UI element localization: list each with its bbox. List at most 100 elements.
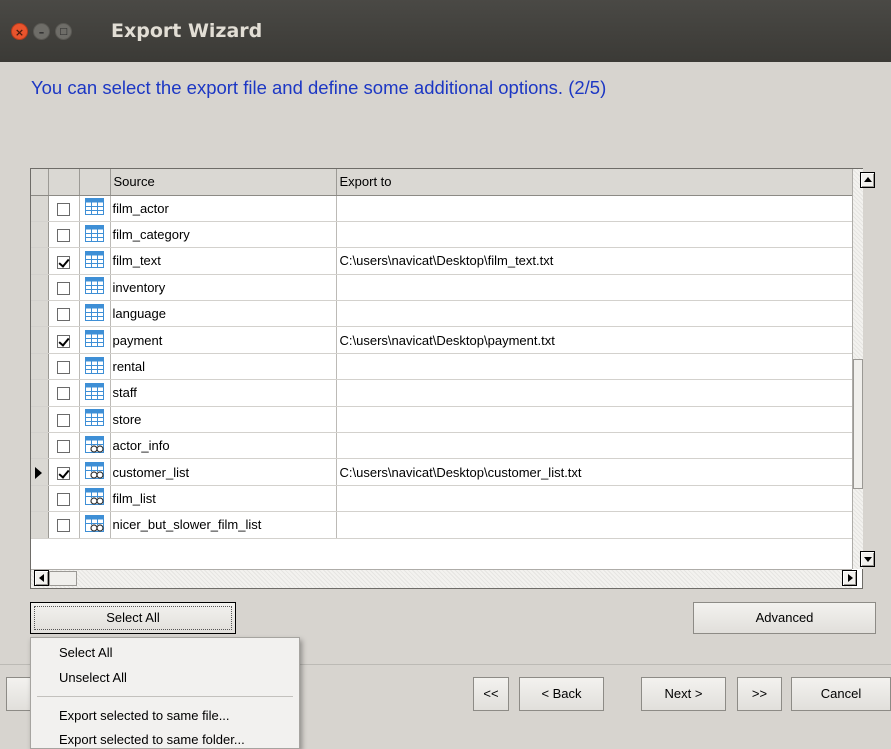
table-row[interactable]: film_actor (31, 195, 853, 222)
table-row[interactable]: inventory (31, 274, 853, 302)
row-checkbox[interactable] (57, 334, 70, 348)
source-cell[interactable]: film_category (110, 221, 337, 249)
header-source[interactable]: Source (110, 169, 337, 196)
table-row[interactable]: film_category (31, 221, 853, 249)
select-all-button[interactable]: Select All (30, 602, 236, 634)
menu-item-export-same-folder[interactable]: Export selected to same folder... (59, 732, 245, 747)
menu-item-unselect-all[interactable]: Unselect All (59, 670, 127, 685)
table-icon (85, 409, 104, 429)
row-checkbox-cell[interactable] (48, 458, 80, 486)
export-to-cell[interactable] (336, 221, 853, 249)
row-checkbox-cell[interactable] (48, 432, 80, 460)
source-cell[interactable]: inventory (110, 274, 337, 302)
source-cell[interactable]: nicer_but_slower_film_list (110, 511, 337, 539)
table-row[interactable]: actor_info (31, 432, 853, 460)
row-checkbox-cell[interactable] (48, 195, 80, 222)
source-cell[interactable]: customer_list (110, 458, 337, 486)
cancel-button[interactable]: Cancel (791, 677, 891, 711)
back-button[interactable]: < Back (519, 677, 604, 711)
row-checkbox[interactable] (57, 466, 70, 480)
menu-item-export-same-file[interactable]: Export selected to same file... (59, 708, 230, 723)
source-cell[interactable]: rental (110, 353, 337, 381)
row-indicator (31, 195, 49, 222)
next-button[interactable]: Next > (641, 677, 726, 711)
export-to-cell[interactable]: C:\users\navicat\Desktop\customer_list.t… (336, 458, 853, 486)
row-checkbox[interactable] (57, 493, 70, 507)
export-to-cell[interactable] (336, 511, 853, 539)
close-icon[interactable]: × (11, 23, 28, 40)
row-checkbox[interactable] (57, 440, 70, 454)
export-to-cell[interactable] (336, 432, 853, 460)
row-checkbox[interactable] (57, 308, 70, 322)
last-step-button[interactable]: >> (737, 677, 782, 711)
table-row[interactable]: payment C:\users\navicat\Desktop\payment.… (31, 326, 853, 354)
row-indicator (31, 300, 49, 328)
source-cell[interactable]: payment (110, 326, 337, 354)
export-to-cell[interactable] (336, 300, 853, 328)
row-checkbox-cell[interactable] (48, 379, 80, 407)
horizontal-scrollbar[interactable] (31, 569, 852, 588)
row-checkbox-cell[interactable] (48, 511, 80, 539)
vertical-scroll-thumb[interactable] (853, 359, 863, 489)
row-icon-cell (79, 458, 111, 486)
export-to-cell[interactable]: C:\users\navicat\Desktop\film_text.txt (336, 247, 853, 275)
instruction-text: You can select the export file and defin… (31, 77, 607, 98)
export-to-cell[interactable]: C:\users\navicat\Desktop\payment.txt (336, 326, 853, 354)
row-checkbox-cell[interactable] (48, 353, 80, 381)
row-checkbox[interactable] (57, 202, 70, 216)
source-cell[interactable]: staff (110, 379, 337, 407)
advanced-button[interactable]: Advanced (693, 602, 876, 634)
export-to-cell[interactable] (336, 485, 853, 513)
scroll-right-icon[interactable] (842, 570, 857, 586)
row-checkbox-cell[interactable] (48, 247, 80, 275)
source-cell[interactable]: film_list (110, 485, 337, 513)
export-to-cell[interactable] (336, 195, 853, 222)
horizontal-scroll-thumb[interactable] (49, 571, 77, 586)
table-row[interactable]: rental (31, 353, 853, 381)
table-row[interactable]: language (31, 300, 853, 328)
row-checkbox[interactable] (57, 255, 70, 269)
source-cell[interactable]: language (110, 300, 337, 328)
row-icon-cell (79, 247, 111, 275)
row-checkbox-cell[interactable] (48, 274, 80, 302)
source-cell[interactable]: store (110, 406, 337, 434)
menu-item-select-all[interactable]: Select All (59, 645, 112, 660)
row-checkbox-cell[interactable] (48, 326, 80, 354)
first-step-button[interactable]: << (473, 677, 509, 711)
source-cell[interactable]: film_actor (110, 195, 337, 222)
header-export-to[interactable]: Export to (336, 169, 853, 196)
table-row[interactable]: store (31, 406, 853, 434)
row-checkbox[interactable] (57, 519, 70, 533)
row-indicator (31, 221, 49, 249)
row-indicator (31, 432, 49, 460)
row-checkbox-cell[interactable] (48, 300, 80, 328)
source-cell[interactable]: film_text (110, 247, 337, 275)
row-checkbox-cell[interactable] (48, 221, 80, 249)
view-icon (85, 488, 104, 508)
row-checkbox[interactable] (57, 229, 70, 243)
export-to-cell[interactable] (336, 353, 853, 381)
scroll-down-icon[interactable] (860, 551, 875, 567)
table-row[interactable]: staff (31, 379, 853, 407)
maximize-icon[interactable]: □ (55, 23, 72, 40)
minimize-icon[interactable]: – (33, 23, 50, 40)
export-to-cell[interactable] (336, 274, 853, 302)
scroll-left-icon[interactable] (34, 570, 49, 586)
table-row[interactable]: nicer_but_slower_film_list (31, 511, 853, 539)
row-icon-cell (79, 353, 111, 381)
export-to-cell[interactable] (336, 406, 853, 434)
export-to-cell[interactable] (336, 379, 853, 407)
row-checkbox[interactable] (57, 387, 70, 401)
source-cell[interactable]: actor_info (110, 432, 337, 460)
row-checkbox[interactable] (57, 361, 70, 375)
row-checkbox-cell[interactable] (48, 485, 80, 513)
table-row[interactable]: film_list (31, 485, 853, 513)
export-table: Source Export to film_actor film_category… (31, 169, 853, 539)
table-row[interactable]: film_text C:\users\navicat\Desktop\film_t… (31, 247, 853, 275)
scroll-up-icon[interactable] (860, 172, 875, 188)
row-checkbox[interactable] (57, 413, 70, 427)
row-checkbox-cell[interactable] (48, 406, 80, 434)
row-checkbox[interactable] (57, 281, 70, 295)
table-icon (85, 224, 104, 245)
table-row[interactable]: customer_list C:\users\navicat\Desktop\cu… (31, 458, 853, 486)
